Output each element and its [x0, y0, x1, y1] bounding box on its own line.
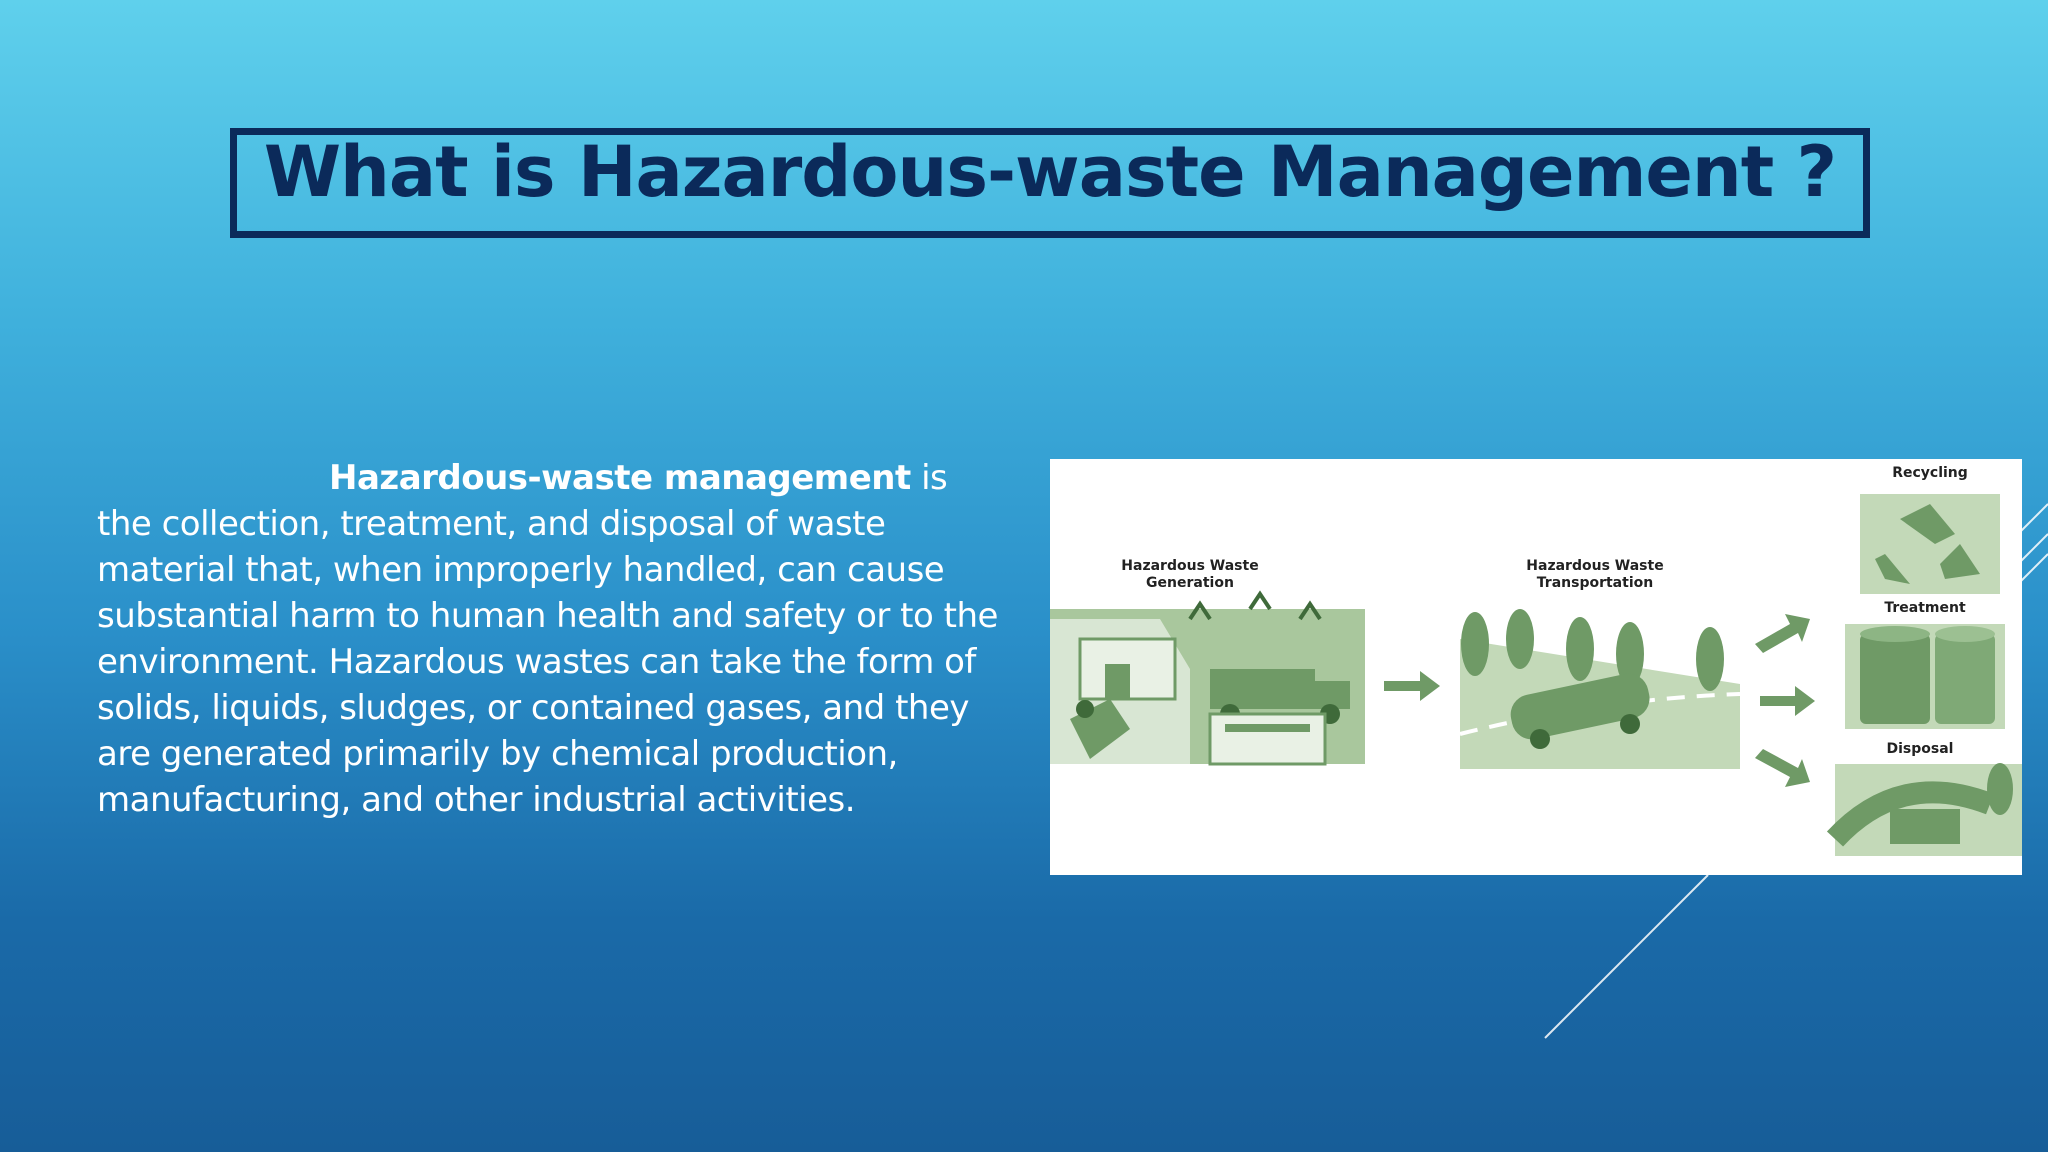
diagram-illustration — [1050, 494, 2022, 856]
title-box: What is Hazardous-waste Management ? — [230, 128, 1870, 238]
definition-paragraph: Hazardous-waste management is the collec… — [97, 455, 1007, 823]
slide-title: What is Hazardous-waste Management ? — [263, 131, 1837, 213]
disposal-scene — [1826, 763, 2022, 856]
definition-term: Hazardous-waste management — [329, 458, 911, 498]
label-transportation: Hazardous Waste Transportation — [1526, 558, 1664, 591]
generation-scene — [1050, 590, 1365, 766]
branch-arrows — [1755, 614, 1815, 787]
label-treatment: Treatment — [1884, 600, 1966, 616]
recycling-scene — [1860, 494, 2000, 594]
label-generation: Hazardous Waste Generation — [1121, 558, 1259, 591]
label-recycling: Recycling — [1892, 465, 1968, 481]
flow-arrow-1 — [1384, 671, 1440, 701]
treatment-scene — [1845, 624, 2005, 729]
label-disposal: Disposal — [1886, 741, 1954, 757]
definition-text: is the collection, treatment, and dispos… — [97, 458, 998, 820]
transportation-scene — [1459, 609, 1741, 769]
waste-flow-diagram: Hazardous Waste Generation Hazardous Was… — [1050, 459, 2022, 875]
